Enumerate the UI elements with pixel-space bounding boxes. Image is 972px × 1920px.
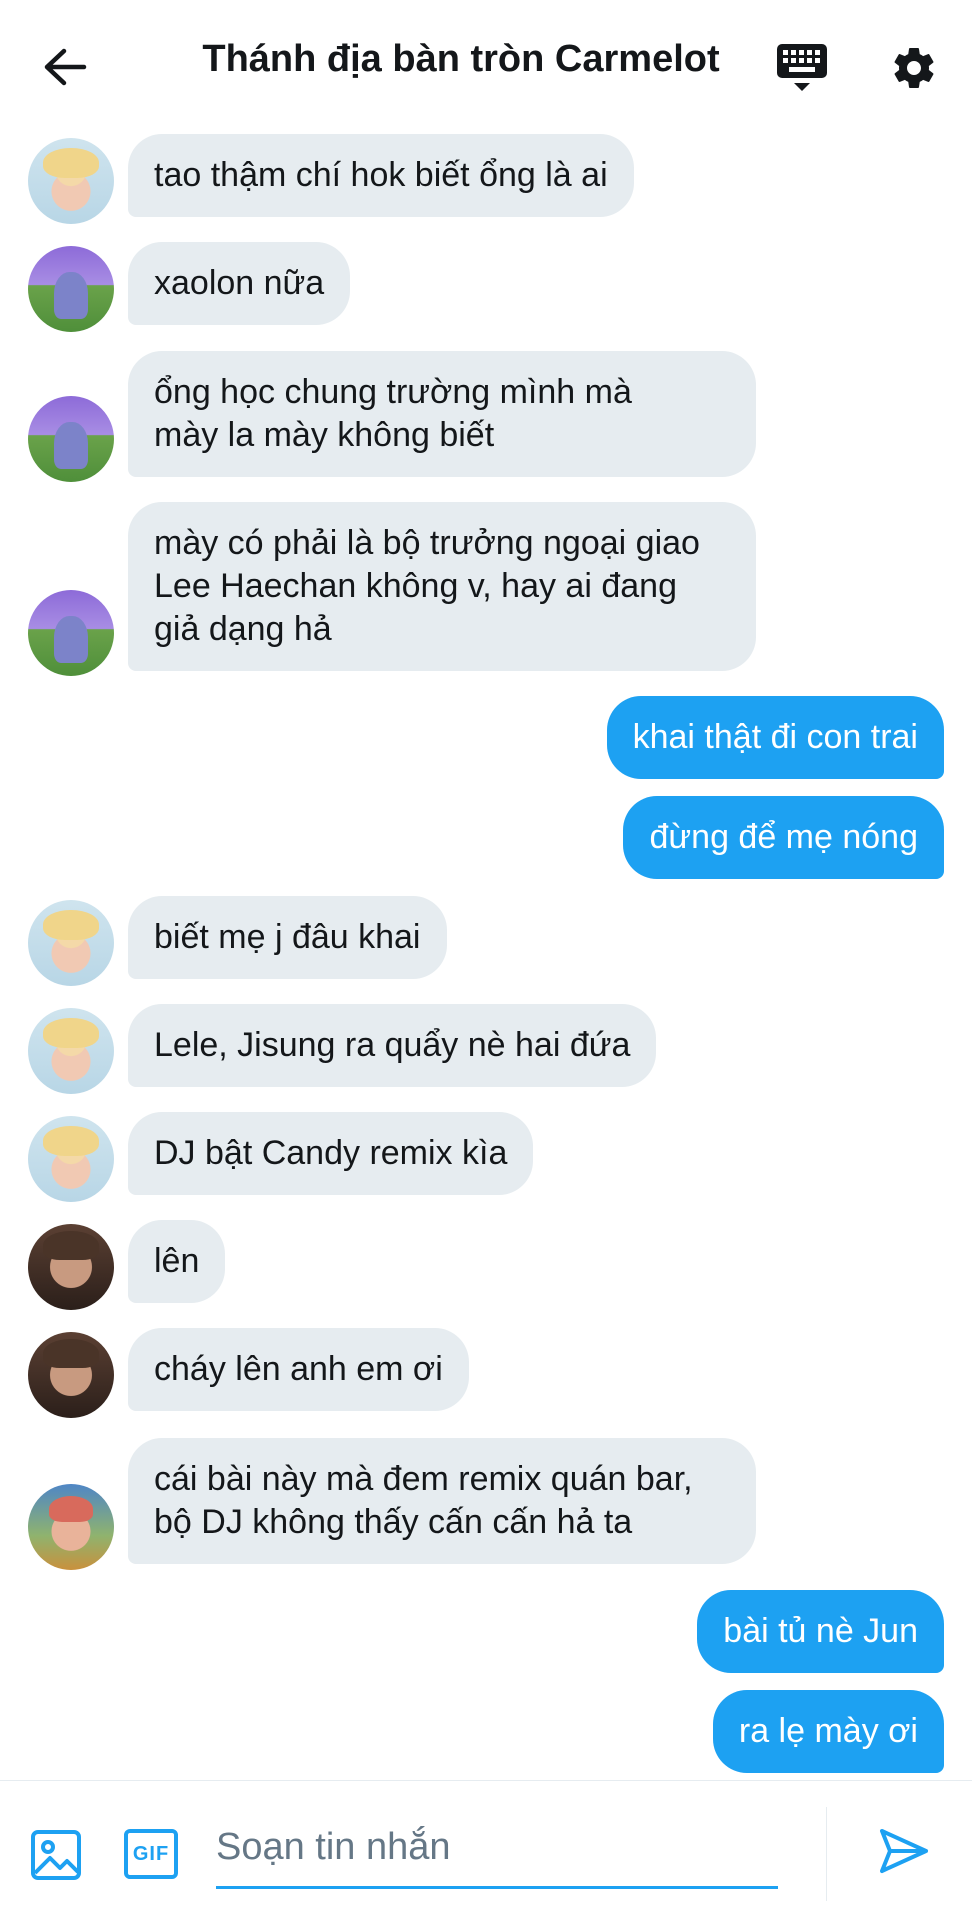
message-text: lên xyxy=(154,1242,200,1280)
message-text: bài tủ nè Jun xyxy=(723,1612,918,1650)
keyboard-icon xyxy=(777,44,827,91)
message-bubble-outgoing[interactable]: khai thật đi con trai xyxy=(606,696,944,779)
message-text: cháy lên anh em ơi xyxy=(154,1350,443,1388)
message-text: đừng để mẹ nóng xyxy=(649,818,918,856)
avatar[interactable] xyxy=(28,1484,114,1570)
message-input-wrapper xyxy=(216,1809,778,1889)
avatar[interactable] xyxy=(28,1008,114,1094)
avatar[interactable] xyxy=(28,396,114,482)
arrow-left-icon xyxy=(44,48,87,86)
keyboard-shortcuts-button[interactable] xyxy=(772,40,832,96)
avatar[interactable] xyxy=(28,138,114,224)
avatar[interactable] xyxy=(28,1224,114,1310)
message-bubble-incoming[interactable]: cháy lên anh em ơi xyxy=(128,1328,469,1411)
chat-header: Thánh địa bàn tròn Carmelot xyxy=(0,0,972,130)
message-bubble-outgoing[interactable]: ra lẹ mày ơi xyxy=(712,1690,944,1773)
send-icon xyxy=(880,1829,928,1873)
composer-divider xyxy=(826,1807,827,1901)
message-bubble-incoming[interactable]: lên xyxy=(128,1220,226,1303)
send-button[interactable] xyxy=(876,1823,936,1883)
message-bubble-incoming[interactable]: mày có phải là bộ trưởng ngoại giao Lee … xyxy=(128,502,756,671)
message-text-line: bộ DJ không thấy cấn cấn hả ta xyxy=(154,1503,633,1541)
gear-icon xyxy=(894,48,934,88)
message-bubble-incoming[interactable]: Lele, Jisung ra quẩy nè hai đứa xyxy=(128,1004,657,1087)
message-text-line: ổng học chung trường mình mà xyxy=(154,373,632,411)
avatar[interactable] xyxy=(28,900,114,986)
message-text: khai thật đi con trai xyxy=(632,718,918,756)
avatar[interactable] xyxy=(28,590,114,676)
message-bubble-incoming[interactable]: biết mẹ j đâu khai xyxy=(128,896,447,979)
gif-label: GIF xyxy=(132,1842,170,1865)
message-text: ra lẹ mày ơi xyxy=(738,1712,918,1750)
message-text: biết mẹ j đâu khai xyxy=(154,918,421,956)
image-icon xyxy=(31,1830,81,1880)
gif-button[interactable]: GIF xyxy=(124,1829,178,1879)
message-composer: GIF xyxy=(0,1780,972,1920)
message-text: tao thậm chí hok biết ổng là ai xyxy=(154,156,608,194)
message-bubble-incoming[interactable]: ổng học chung trường mình mà mày la mày … xyxy=(128,351,756,477)
message-text-line: giả dạng hả xyxy=(154,610,332,648)
message-text-line: mày có phải là bộ trưởng ngoại giao xyxy=(154,524,700,562)
conversation-title[interactable]: Thánh địa bàn tròn Carmelot xyxy=(130,38,792,81)
avatar[interactable] xyxy=(28,1332,114,1418)
message-text: xaolon nữa xyxy=(154,264,325,302)
message-text: Lele, Jisung ra quẩy nè hai đứa xyxy=(154,1026,631,1064)
back-button[interactable] xyxy=(38,40,92,94)
message-text-line: cái bài này mà đem remix quán bar, xyxy=(154,1460,693,1498)
avatar[interactable] xyxy=(28,1116,114,1202)
message-bubble-outgoing[interactable]: đừng để mẹ nóng xyxy=(623,796,944,879)
message-bubble-incoming[interactable]: cái bài này mà đem remix quán bar, bộ DJ… xyxy=(128,1438,756,1564)
message-input[interactable] xyxy=(216,1809,778,1886)
message-text: DJ bật Candy remix kìa xyxy=(154,1134,508,1172)
message-text-line: mày la mày không biết xyxy=(154,416,495,454)
message-bubble-incoming[interactable]: xaolon nữa xyxy=(128,242,351,325)
message-text-line: Lee Haechan không v, hay ai đang xyxy=(154,567,677,605)
message-bubble-incoming[interactable]: DJ bật Candy remix kìa xyxy=(128,1112,534,1195)
avatar[interactable] xyxy=(28,246,114,332)
message-bubble-outgoing[interactable]: bài tủ nè Jun xyxy=(697,1590,944,1673)
settings-button[interactable] xyxy=(886,40,942,96)
add-image-button[interactable] xyxy=(30,1829,82,1881)
message-bubble-incoming[interactable]: tao thậm chí hok biết ổng là ai xyxy=(128,134,634,217)
